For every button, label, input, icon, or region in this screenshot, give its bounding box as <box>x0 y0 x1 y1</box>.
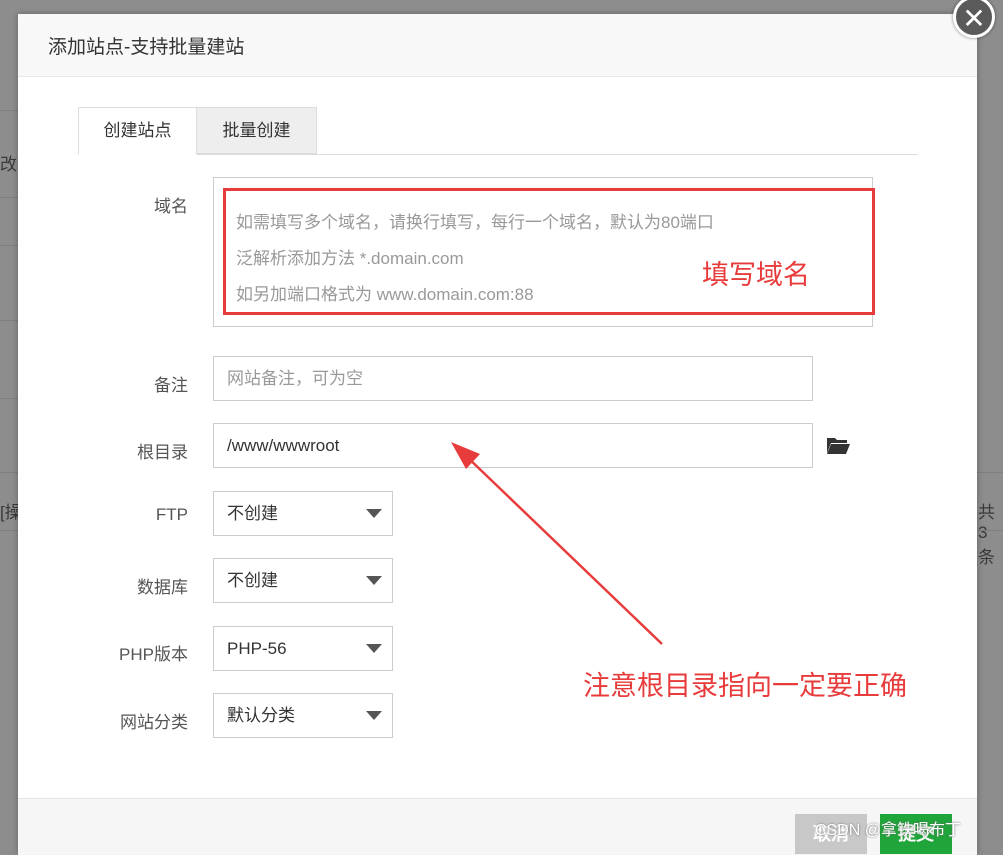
watermark: CSDN @拿铁喝布丁 <box>815 822 962 839</box>
bg-divider <box>0 110 18 111</box>
domain-label: 域名 <box>154 197 188 216</box>
database-label: 数据库 <box>137 578 188 597</box>
domain-highlight-box <box>223 188 875 315</box>
site-category-label: 网站分类 <box>120 713 188 732</box>
bg-divider <box>0 197 18 198</box>
ftp-label: FTP <box>155 505 188 524</box>
add-site-dialog: 添加站点-支持批量建站 创建站点 批量创建 域名 如需填写多个域名，请换行填写，… <box>18 14 977 855</box>
site-category-select[interactable]: 默认分类 <box>213 693 393 738</box>
database-select[interactable]: 不创建 <box>213 558 393 603</box>
php-version-select[interactable]: PHP-56 <box>213 626 393 671</box>
bg-divider <box>0 472 18 473</box>
dialog-header: 添加站点-支持批量建站 <box>18 14 977 77</box>
database-selected-value: 不创建 <box>227 571 278 590</box>
php-version-label: PHP版本 <box>119 645 188 664</box>
remark-input[interactable]: 网站备注，可为空 <box>213 356 813 401</box>
ftp-selected-value: 不创建 <box>227 504 278 523</box>
chevron-down-icon <box>366 644 382 653</box>
tab-batch-create[interactable]: 批量创建 <box>196 107 317 154</box>
bg-divider <box>977 472 1003 473</box>
remark-label: 备注 <box>154 376 188 395</box>
chevron-down-icon <box>366 509 382 518</box>
domain-annotation: 填写域名 <box>702 260 810 290</box>
bg-text-fragment: 共3条 <box>978 503 995 567</box>
bg-divider <box>0 320 18 321</box>
root-dir-label: 根目录 <box>137 443 188 462</box>
bg-divider <box>977 530 1003 531</box>
chevron-down-icon <box>366 711 382 720</box>
tab-bar: 创建站点 批量创建 <box>78 107 918 155</box>
tab-create-site[interactable]: 创建站点 <box>78 107 197 155</box>
ftp-select[interactable]: 不创建 <box>213 491 393 536</box>
bg-text-fragment: 改 <box>0 155 17 174</box>
root-dir-input[interactable]: /www/wwwroot <box>213 423 813 468</box>
bg-divider <box>0 530 18 531</box>
site-category-selected-value: 默认分类 <box>227 706 295 725</box>
folder-open-icon[interactable] <box>826 435 850 455</box>
root-dir-annotation: 注意根目录指向一定要正确 <box>583 671 907 701</box>
php-version-selected-value: PHP-56 <box>227 639 287 658</box>
chevron-down-icon <box>366 576 382 585</box>
bg-divider <box>0 245 18 246</box>
bg-divider <box>0 398 18 399</box>
tab-underline <box>78 154 918 155</box>
close-icon[interactable]: ✕ <box>953 0 995 38</box>
dialog-title: 添加站点-支持批量建站 <box>48 37 245 58</box>
